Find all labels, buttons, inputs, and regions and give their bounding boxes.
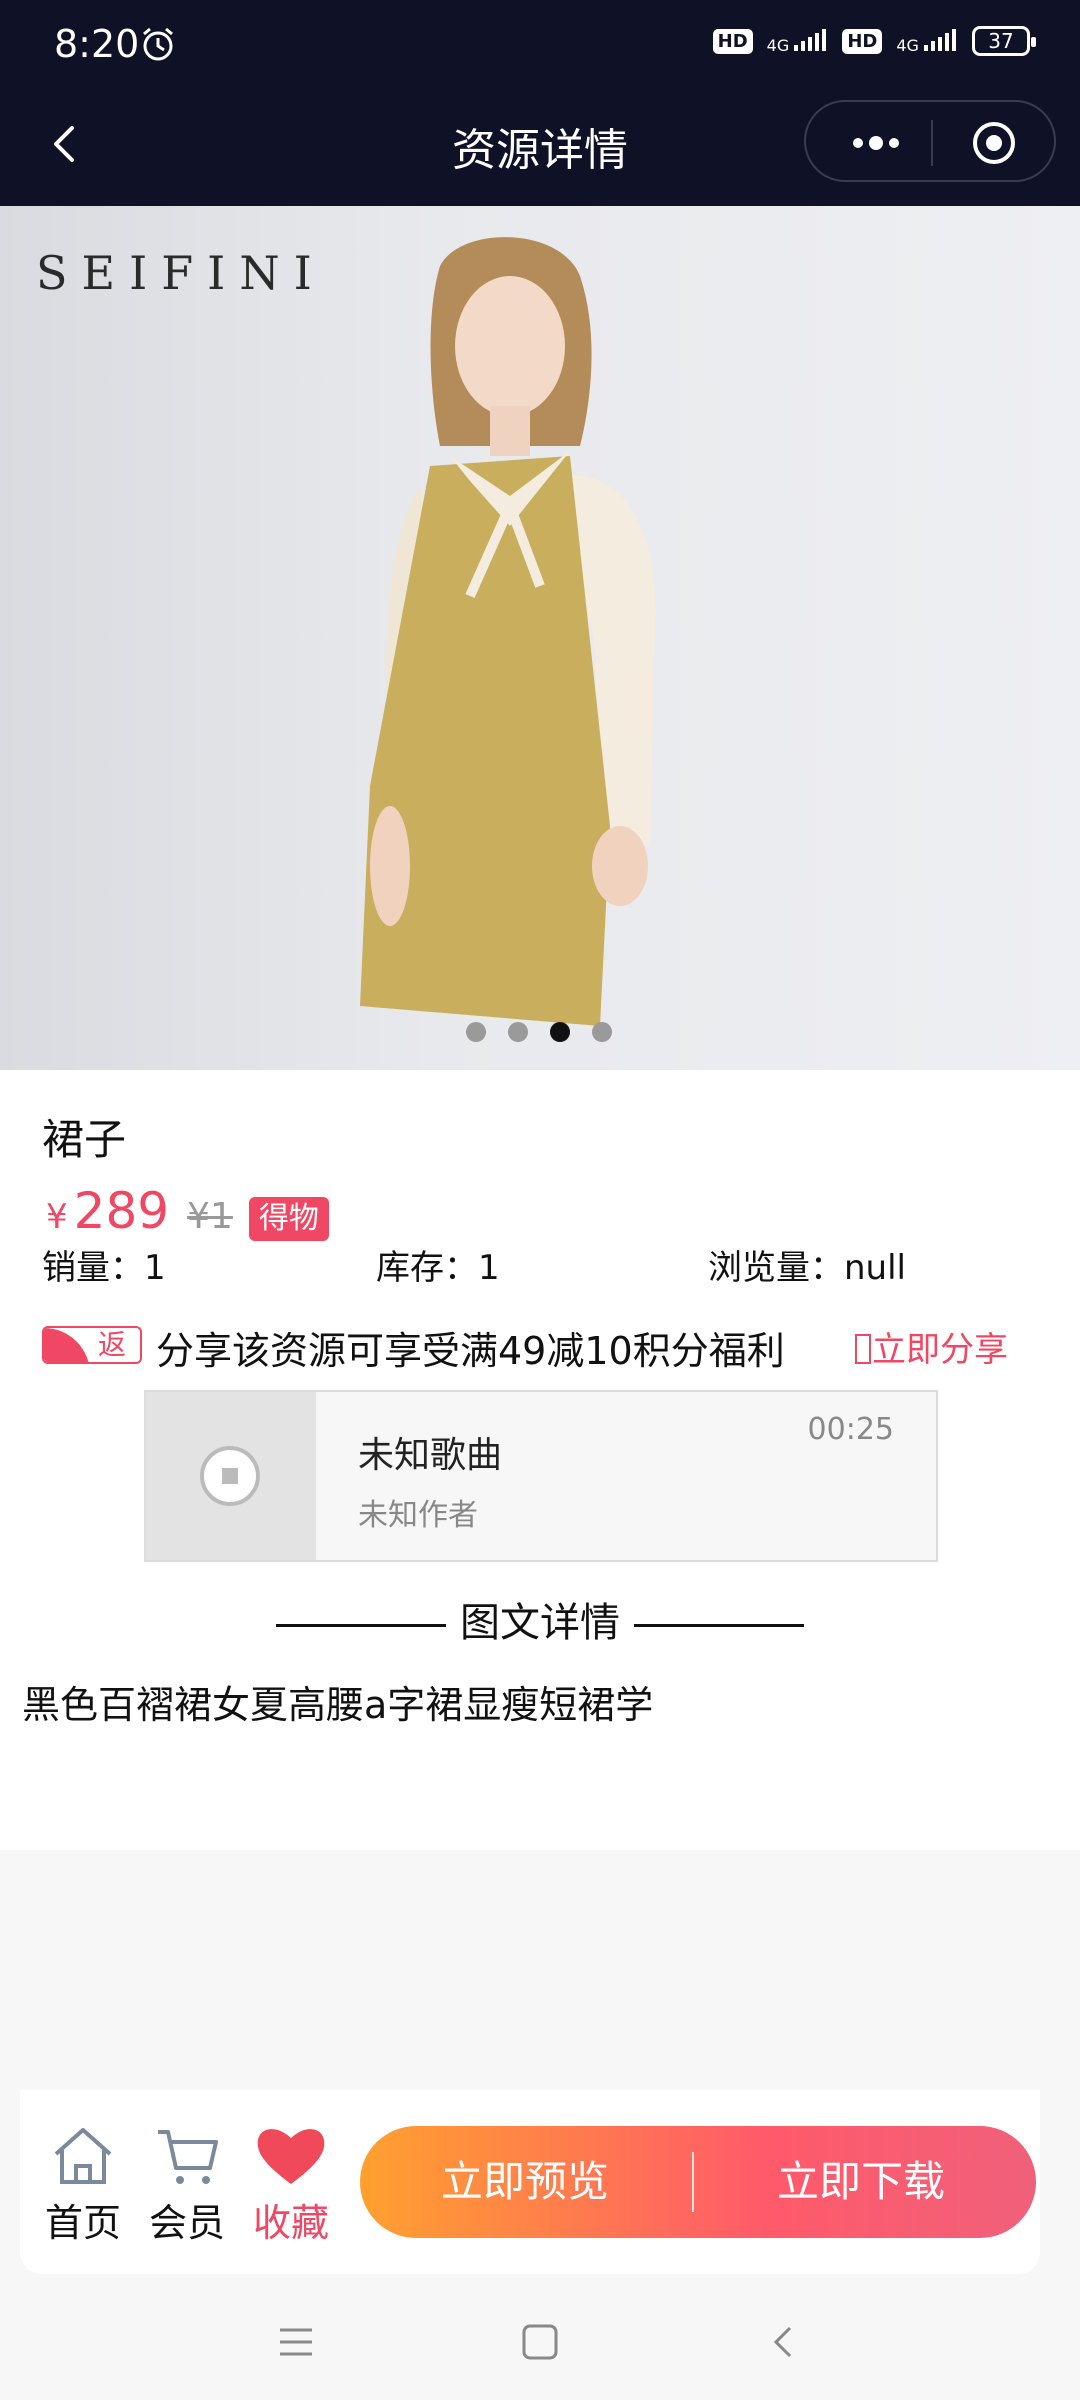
model-photo [360,237,656,1026]
heart-icon [257,2129,325,2184]
mini-program-capsule [804,100,1056,182]
audio-duration: 00:25 [807,1412,894,1447]
share-promo-text: 分享该资源可享受满49减10积分福利 [156,1329,785,1373]
original-price: ¥1 [187,1196,233,1237]
chevron-left-icon [773,2326,792,2358]
carousel-dot[interactable] [550,1022,570,1042]
more-button[interactable] [836,118,916,168]
back-nav-button[interactable] [756,2314,812,2370]
system-nav-bar [0,2284,1080,2400]
carousel-dot[interactable] [592,1022,612,1042]
product-description: 黑色百褶裙女夏高腰a字裙显瘦短裙学 [22,1683,654,1727]
alarm-icon [138,24,178,68]
audio-cover [146,1392,316,1560]
source-tag: 得物 [248,1197,329,1241]
stock-count: 库存：1 [376,1248,500,1288]
stop-button[interactable] [200,1446,260,1506]
preview-button[interactable]: 立即预览 [360,2126,690,2238]
audio-player: 未知歌曲 未知作者 00:25 [144,1390,938,1562]
share-promo: 返 分享该资源可享受满49减10积分福利 立即分享 [42,1320,1042,1380]
stop-icon [222,1468,238,1484]
tab-member[interactable]: 会员 [142,2124,232,2247]
tab-home[interactable]: 首页 [38,2124,128,2247]
signal-icon: 4G [896,28,958,54]
signal-icon: 4G [767,28,829,54]
download-button[interactable]: 立即下载 [696,2126,1026,2238]
audio-artist: 未知作者 [358,1498,478,1533]
tab-favorite[interactable]: 收藏 [246,2124,336,2247]
carousel-indicator [466,1022,612,1042]
share-now-button[interactable]: 立即分享 [854,1322,1008,1371]
hd-icon: HD [842,28,883,54]
action-divider [692,2152,694,2212]
audio-title: 未知歌曲 [358,1435,503,1476]
price-row: ¥ 289 ¥1 得物 [46,1182,329,1241]
currency-symbol: ¥ [46,1197,68,1237]
nav-bar: 资源详情 [0,92,1080,206]
share-icon [855,1334,871,1364]
status-time: 8:20 [54,22,140,66]
current-price: 289 [73,1182,170,1240]
product-name: 裙子 [42,1115,127,1164]
status-bar: 8:20 HD 4G HD 4G 37 [0,0,1080,92]
hd-icon: HD [712,28,753,54]
rebate-badge: 返 [42,1326,142,1364]
home-icon [54,2128,112,2184]
sales-count: 销量：1 [42,1248,166,1288]
carousel-dot[interactable] [508,1022,528,1042]
more-icon [853,136,899,150]
product-info: 裙子 ¥ 289 ¥1 得物 销量：1 库存：1 浏览量：null 返 分享该资… [0,1070,1080,1850]
view-count: 浏览量：null [708,1248,906,1288]
carousel-dot[interactable] [466,1022,486,1042]
battery-icon: 37 [972,26,1036,56]
brand-logo: SEIFINI [36,246,326,300]
close-mini-program-button[interactable] [964,118,1024,168]
menu-icon [280,2328,312,2356]
target-icon [973,122,1015,164]
capsule-divider [931,120,933,166]
product-image-carousel[interactable]: SEIFINI [0,206,1080,1070]
action-buttons: 立即预览 立即下载 [360,2126,1036,2238]
detail-section-title: 图文详情 [0,1590,1080,1648]
bottom-action-bar: 首页 会员 收藏 立即预览 立即下载 [20,2090,1040,2274]
cart-icon [158,2130,218,2184]
menu-button[interactable] [268,2314,324,2370]
home-nav-button[interactable] [512,2314,568,2370]
square-icon [522,2324,558,2360]
